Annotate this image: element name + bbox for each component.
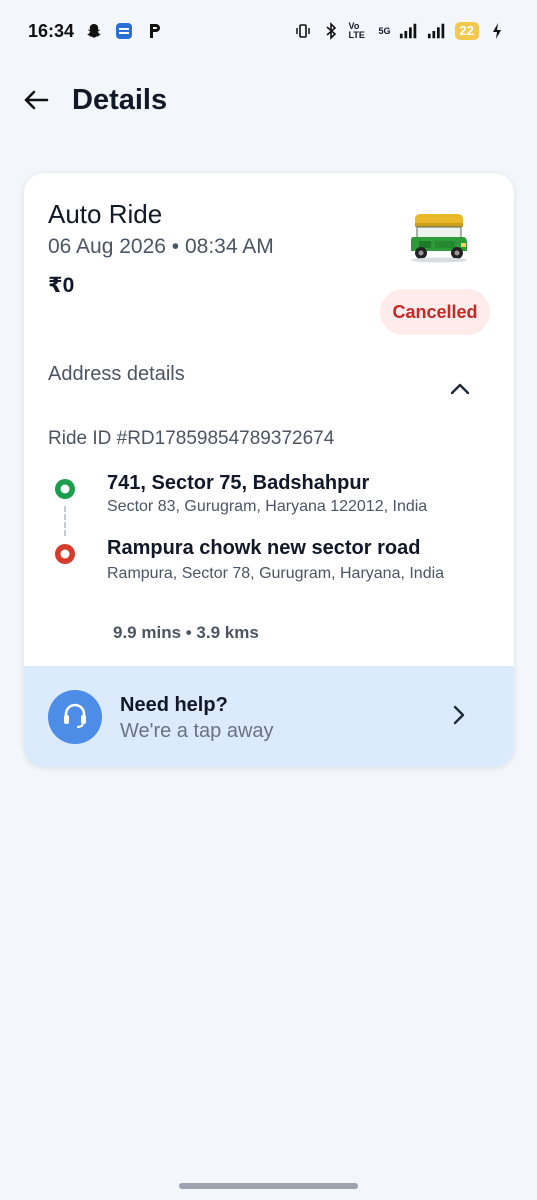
drop-address-subtitle: Rampura, Sector 78, Gurugram, Haryana, I… (107, 565, 445, 582)
ride-datetime: 06 Aug 2026 • 08:34 AM (48, 235, 274, 258)
collapse-address-button[interactable] (444, 377, 476, 405)
help-title: Need help? (120, 694, 228, 716)
ride-title: Auto Ride (48, 199, 163, 229)
signal-icon-2 (427, 21, 447, 41)
volte-label: Vo LTE (348, 21, 365, 40)
status-right: Vo LTE 5G 22 (293, 21, 507, 41)
app-icon (114, 21, 134, 41)
status-time: 16:34 (28, 20, 75, 41)
p-icon (144, 21, 164, 41)
help-section[interactable]: Need help? We're a tap away (24, 666, 514, 767)
status-left: 16:34 (28, 21, 164, 42)
route-connector (64, 506, 66, 536)
charging-icon (487, 21, 507, 41)
pickup-address-subtitle: Sector 83, Gurugram, Haryana 122012, Ind… (107, 498, 428, 515)
drop-address-title: Rampura chowk new sector road (107, 537, 421, 559)
vibrate-icon (293, 21, 313, 41)
bluetooth-icon (321, 21, 341, 41)
pickup-marker-icon (54, 478, 76, 500)
headset-icon (60, 700, 90, 735)
address-details-label: Address details (48, 363, 185, 385)
ride-id: Ride ID #RD17859854789372674 (48, 428, 335, 449)
drop-marker-icon (54, 543, 76, 565)
ride-card: Auto Ride 06 Aug 2026 • 08:34 AM ₹0 Canc… (24, 173, 514, 767)
home-indicator[interactable] (179, 1183, 358, 1189)
signal-icon (399, 21, 419, 41)
status-bar: 16:34 Vo LTE 5G 22 (0, 0, 537, 62)
ride-fare: ₹0 (48, 274, 75, 297)
chevron-right-icon (448, 704, 470, 726)
auto-rickshaw-icon (405, 211, 471, 263)
back-button[interactable] (20, 86, 52, 118)
status-badge: Cancelled (380, 289, 490, 335)
battery-indicator: 22 (454, 22, 479, 40)
page-title: Details (72, 84, 168, 116)
chevron-up-icon (450, 382, 470, 400)
header: Details (0, 72, 537, 132)
arrow-left-icon (23, 89, 49, 116)
trip-stats: 9.9 mins • 3.9 kms (113, 623, 259, 642)
network-label: 5G (378, 26, 391, 36)
pickup-address-title: 741, Sector 75, Badshahpur (107, 472, 370, 494)
help-subtitle: We're a tap away (120, 720, 274, 742)
snapchat-icon (84, 21, 104, 41)
help-avatar (48, 690, 102, 744)
